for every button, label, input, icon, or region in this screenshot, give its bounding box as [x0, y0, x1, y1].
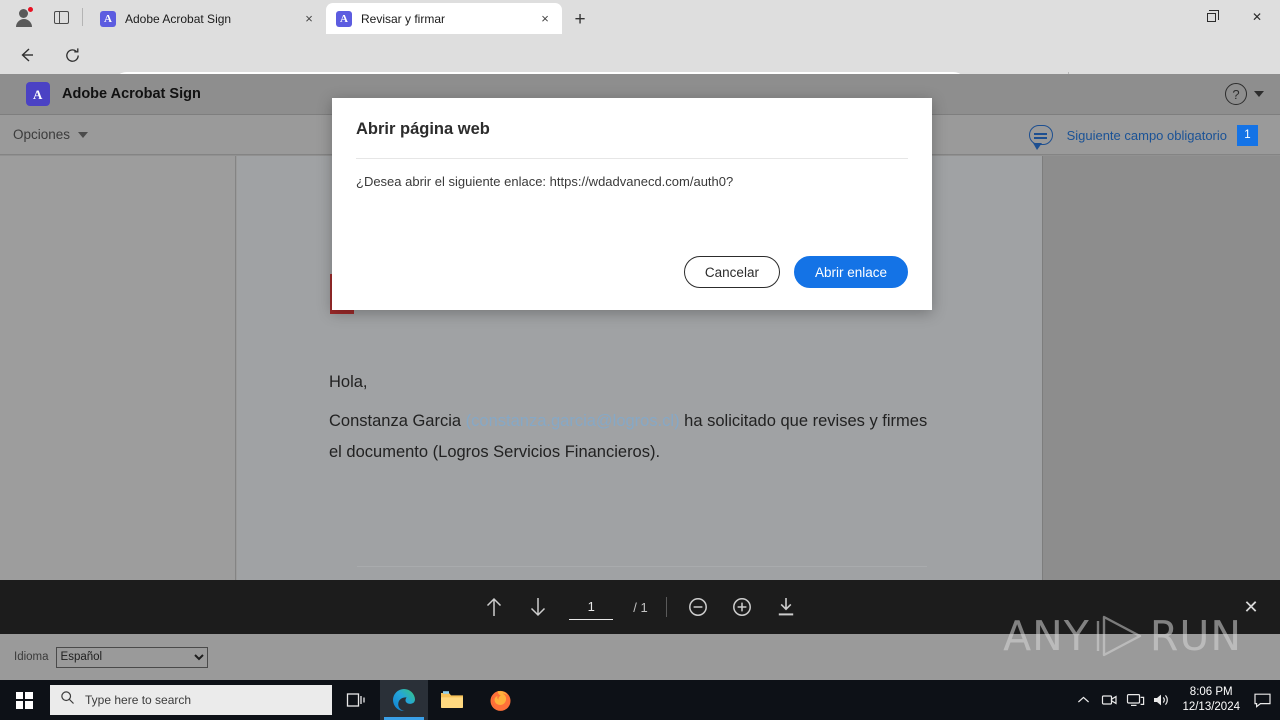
vertical-tabs-icon [53, 10, 69, 24]
app-title: Adobe Acrobat Sign [62, 86, 201, 102]
start-button[interactable] [0, 680, 48, 720]
avatar-body [16, 19, 32, 27]
navigation-bar: https://na4.documents.adobe.com/public/e… [0, 34, 1280, 102]
search-placeholder: Type here to search [85, 693, 192, 707]
next-required-field-badge: 1 [1237, 124, 1258, 146]
svg-text:A: A [33, 87, 43, 102]
zoom-in-button[interactable] [729, 594, 755, 620]
back-button[interactable] [14, 42, 40, 68]
profile-alert-dot [27, 6, 34, 13]
task-view-button[interactable] [332, 680, 380, 720]
page-total-label: / 1 [633, 599, 648, 615]
language-bar: Idioma Español [0, 634, 1280, 680]
pdf-toolbar: / 1 ✕ [0, 580, 1280, 634]
open-link-button[interactable]: Abrir enlace [793, 256, 908, 288]
firefox-icon [490, 690, 510, 711]
tab-close-icon[interactable]: × [536, 10, 554, 28]
tab-close-icon[interactable]: × [300, 10, 318, 28]
dialog-actions: Cancelar Abrir enlace [683, 256, 908, 288]
document-divider [357, 566, 927, 567]
dialog-title: Abrir página web [356, 120, 490, 138]
tab-title: Adobe Acrobat Sign [125, 11, 232, 26]
browser-chrome: A Adobe Acrobat Sign × A Revisar y firma… [0, 0, 1280, 102]
tab-actions-button[interactable] [48, 6, 74, 28]
reload-button[interactable] [59, 42, 85, 68]
browser-tab-2[interactable]: A Revisar y firmar × [326, 3, 562, 34]
windows-logo-icon [15, 691, 33, 709]
chevron-down-icon[interactable] [1254, 91, 1264, 97]
network-icon[interactable] [1122, 680, 1148, 720]
file-explorer-icon [441, 691, 463, 708]
document-paragraph: Constanza Garcia (constanza.garcia@logro… [329, 406, 939, 468]
download-button[interactable] [773, 594, 799, 620]
taskbar-clock[interactable]: 8:06 PM 12/13/2024 [1174, 685, 1248, 715]
help-icon[interactable]: ? [1225, 83, 1247, 105]
windows-taskbar: Type here to search 8:06 PM 12/13/2024 [0, 680, 1280, 720]
close-toolbar-button[interactable]: ✕ [1238, 594, 1264, 620]
language-select[interactable]: Español [55, 646, 208, 668]
tabstrip-divider [82, 8, 83, 26]
window-maximize-button[interactable] [1188, 0, 1234, 34]
action-center-icon [1253, 693, 1271, 708]
clock-time: 8:06 PM [1189, 686, 1233, 698]
options-button[interactable]: Opciones [13, 127, 89, 142]
help-menu[interactable]: ? [1225, 83, 1264, 105]
open-webpage-dialog: Abrir página web ¿Desea abrir el siguien… [332, 98, 932, 310]
action-center-button[interactable] [1248, 680, 1276, 720]
system-tray: 8:06 PM 12/13/2024 [1070, 680, 1280, 720]
cancel-button[interactable]: Cancelar [683, 256, 780, 288]
adobe-pdf-icon: A [100, 10, 116, 27]
adobe-acrobat-sign-logo-icon: A [26, 82, 50, 106]
show-hidden-icons-chevron[interactable] [1070, 680, 1096, 720]
taskbar-item-file-explorer[interactable] [428, 680, 476, 720]
next-required-field-label: Siguiente campo obligatorio [1066, 127, 1227, 143]
taskbar-item-firefox[interactable] [476, 680, 524, 720]
previous-page-button[interactable] [481, 594, 507, 620]
sender-email: (constanza.garcia@logros.cl) [465, 412, 680, 430]
next-required-field[interactable]: Siguiente campo obligatorio 1 [1028, 115, 1258, 155]
adobe-pdf-icon: A [336, 10, 352, 27]
window-minimize-button[interactable] [1142, 0, 1188, 34]
viewer-right-gutter [1042, 156, 1280, 580]
browser-tab-1[interactable]: A Adobe Acrobat Sign × [90, 3, 326, 34]
comment-icon [1028, 125, 1053, 150]
sender-name: Constanza Garcia [329, 412, 462, 430]
window-close-button[interactable]: ✕ [1234, 0, 1280, 34]
microsoft-edge-icon [392, 689, 415, 712]
next-page-button[interactable] [525, 594, 551, 620]
tab-title: Revisar y firmar [361, 11, 446, 26]
volume-icon[interactable] [1148, 680, 1174, 720]
clock-date: 12/13/2024 [1182, 701, 1240, 713]
task-view-icon [346, 693, 365, 707]
document-greeting: Hola, [329, 373, 368, 391]
options-label: Opciones [13, 127, 71, 142]
viewer-left-gutter [0, 156, 236, 580]
screen-root: A Adobe Acrobat Sign × A Revisar y firma… [0, 0, 1280, 720]
language-label: Idioma [14, 651, 49, 663]
taskbar-search-box[interactable]: Type here to search [50, 685, 332, 715]
chevron-down-icon [78, 131, 89, 138]
window-controls: ✕ [1142, 0, 1280, 34]
refresh-icon [65, 47, 79, 62]
profile-button[interactable] [10, 4, 38, 30]
zoom-out-button[interactable] [685, 594, 711, 620]
page-number-input[interactable] [569, 594, 614, 620]
pdf-toolbar-controls: / 1 [481, 594, 798, 620]
pdf-toolbar-divider [665, 597, 667, 617]
taskbar-item-microsoft-edge[interactable] [380, 680, 428, 720]
recording-icon[interactable] [1096, 680, 1122, 720]
new-tab-button[interactable]: + [566, 6, 594, 32]
search-icon [60, 690, 75, 710]
tab-strip: A Adobe Acrobat Sign × A Revisar y firma… [0, 0, 1280, 34]
dialog-divider [356, 158, 908, 159]
dialog-message: ¿Desea abrir el siguiente enlace: https:… [356, 174, 734, 189]
back-arrow-icon [21, 48, 33, 62]
